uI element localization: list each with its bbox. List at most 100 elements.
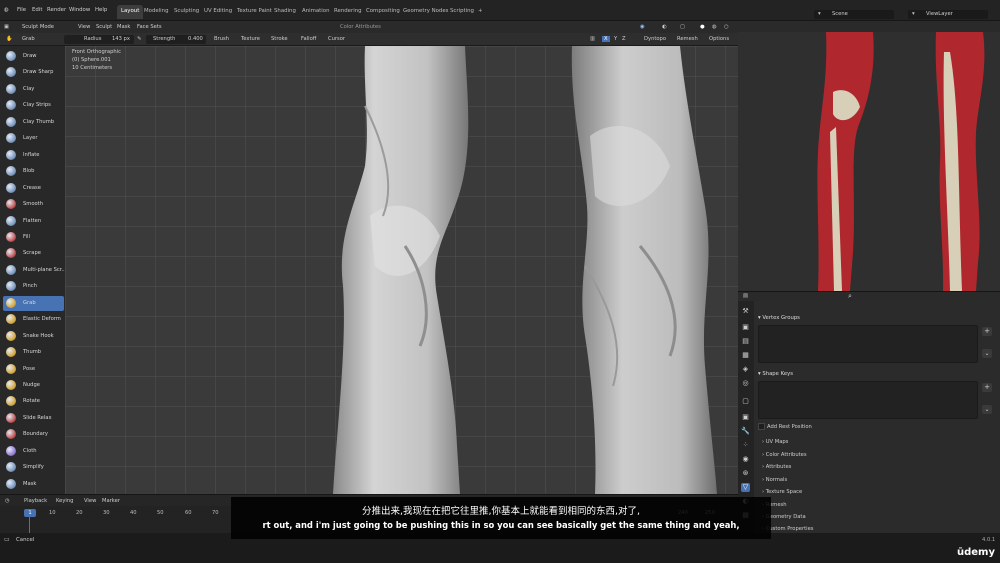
menu-edit[interactable]: Edit (32, 7, 42, 13)
options-dropdown[interactable]: Options (709, 36, 729, 42)
tool-pinch[interactable]: Pinch (3, 279, 64, 294)
tab-animation[interactable]: Animation (298, 5, 333, 19)
tab-geometry-nodes[interactable]: Geometry Nodes (399, 5, 452, 19)
section-attributes[interactable]: › Attributes (762, 464, 791, 470)
add-shape-key-button[interactable]: + (982, 383, 992, 392)
tool-mask[interactable]: Mask (3, 477, 64, 492)
menu-face-sets[interactable]: Face Sets (137, 24, 162, 30)
rendered-shading-icon[interactable]: ○ (724, 24, 729, 30)
falloff-dropdown[interactable]: Falloff (301, 36, 316, 42)
tool-layer[interactable]: Layer (3, 131, 64, 146)
material-shading-icon[interactable]: ◍ (712, 24, 717, 30)
output-tab-icon[interactable]: ▤ (741, 337, 750, 346)
tool-fill[interactable]: Fill (3, 230, 64, 245)
constraints-tab-icon[interactable]: ⊛ (741, 469, 750, 478)
tool-tab-icon[interactable]: ⚒ (741, 307, 750, 316)
menu-window[interactable]: Window (69, 7, 90, 13)
section-normals[interactable]: › Normals (762, 477, 787, 483)
blender-logo-icon[interactable]: ◍ (4, 7, 9, 13)
menu-help[interactable]: Help (95, 7, 107, 13)
shape-keys-list[interactable] (758, 381, 978, 419)
tool-snake-hook[interactable]: Snake Hook (3, 329, 64, 344)
solid-shading-icon[interactable]: ● (700, 24, 705, 30)
tool-draw[interactable]: Draw (3, 49, 64, 64)
vertex-groups-header[interactable]: ▾ Vertex Groups (758, 315, 800, 321)
gizmo-toggle-icon[interactable]: ◉ (640, 24, 645, 30)
tool-draw-sharp[interactable]: Draw Sharp (3, 65, 64, 80)
tool-inflate[interactable]: Inflate (3, 148, 64, 163)
3d-viewport[interactable]: Front Orthographic (0) Sphere.001 10 Cen… (65, 46, 738, 494)
render-tab-icon[interactable]: ▣ (741, 323, 750, 332)
add-rest-position-checkbox[interactable] (758, 423, 765, 430)
tab-modeling[interactable]: Modeling (140, 5, 173, 19)
remesh-dropdown[interactable]: Remesh (677, 36, 698, 42)
pen-pressure-icon[interactable]: ✎ (137, 36, 141, 42)
add-vertex-group-button[interactable]: + (982, 327, 992, 336)
texture-dropdown[interactable]: Texture (241, 36, 260, 42)
vertex-group-menu-button[interactable]: ⌄ (982, 349, 992, 358)
shape-keys-header[interactable]: ▾ Shape Keys (758, 371, 793, 377)
tool-smooth[interactable]: Smooth (3, 197, 64, 212)
particles-tab-icon[interactable]: ⁘ (741, 441, 750, 450)
menu-sculpt[interactable]: Sculpt (96, 24, 112, 30)
tool-clay-strips[interactable]: Clay Strips (3, 98, 64, 113)
tool-blob[interactable]: Blob (3, 164, 64, 179)
tool-nudge[interactable]: Nudge (3, 378, 64, 393)
section-color-attributes[interactable]: › Color Attributes (762, 452, 807, 458)
overlay-toggle-icon[interactable]: ◐ (662, 24, 667, 30)
tool-elastic-deform[interactable]: Elastic Deform (3, 312, 64, 327)
menu-timeline-view[interactable]: View (84, 498, 96, 504)
object-tab-icon[interactable]: ▣ (741, 413, 750, 422)
menu-playback[interactable]: Playback (24, 498, 47, 504)
view-layer-selector[interactable]: ▾ ViewLayer (908, 10, 988, 19)
physics-tab-icon[interactable]: ◉ (741, 455, 750, 464)
tool-rotate[interactable]: Rotate (3, 394, 64, 409)
tool-clay-thumb[interactable]: Clay Thumb (3, 115, 64, 130)
menu-file[interactable]: File (17, 7, 26, 13)
tab-compositing[interactable]: Compositing (362, 5, 404, 19)
properties-search-icon[interactable]: ⌕ (848, 292, 852, 301)
cursor-dropdown[interactable]: Cursor (328, 36, 345, 42)
section-uv-maps[interactable]: › UV Maps (762, 439, 788, 445)
tab-rendering[interactable]: Rendering (330, 5, 366, 19)
view-layer-tab-icon[interactable]: ▦ (741, 351, 750, 360)
tool-pose[interactable]: Pose (3, 362, 64, 377)
menu-mask[interactable]: Mask (117, 24, 130, 30)
tool-cloth[interactable]: Cloth (3, 444, 64, 459)
properties-editor-icon[interactable]: ▤ (743, 293, 748, 299)
tool-simplify[interactable]: Simplify (3, 460, 64, 475)
shape-key-menu-button[interactable]: ⌄ (982, 405, 992, 414)
symmetry-icon[interactable]: ▥ (590, 36, 595, 42)
data-tab-icon[interactable]: ▽ (741, 483, 750, 492)
tool-boundary[interactable]: Boundary (3, 427, 64, 442)
tool-multi-plane-scr[interactable]: Multi-plane Scr... (3, 263, 66, 278)
menu-render[interactable]: Render (47, 7, 66, 13)
axis-x-toggle[interactable]: X (602, 36, 610, 42)
menu-keying[interactable]: Keying (56, 498, 73, 504)
add-workspace-button[interactable]: + (474, 5, 487, 19)
menu-view[interactable]: View (78, 24, 90, 30)
tool-flatten[interactable]: Flatten (3, 214, 64, 229)
stroke-dropdown[interactable]: Stroke (271, 36, 288, 42)
tool-crease[interactable]: Crease (3, 181, 64, 196)
current-frame-indicator[interactable]: 1 (24, 509, 36, 517)
tab-uv-editing[interactable]: UV Editing (200, 5, 236, 19)
tool-grab[interactable]: Grab (3, 295, 64, 311)
menu-marker[interactable]: Marker (102, 498, 120, 504)
xray-toggle-icon[interactable]: ▢ (680, 24, 685, 30)
color-attributes-dropdown[interactable]: Color Attributes (340, 24, 381, 30)
axis-z-toggle[interactable]: Z (622, 36, 626, 42)
tool-clay[interactable]: Clay (3, 82, 64, 97)
scene-selector[interactable]: ▾ Scene (814, 10, 894, 19)
tool-scrape[interactable]: Scrape (3, 246, 64, 261)
radius-field[interactable]: Radius 143 px (64, 35, 134, 44)
section-texture-space[interactable]: › Texture Space (762, 489, 802, 495)
mode-selector[interactable]: Sculpt Mode (22, 24, 54, 30)
editor-type-icon[interactable]: ▣ (4, 24, 9, 30)
scene-tab-icon[interactable]: ◈ (741, 365, 750, 374)
brush-dropdown[interactable]: Brush (214, 36, 229, 42)
tool-slide-relax[interactable]: Slide Relax (3, 411, 64, 426)
tab-shading[interactable]: Shading (270, 5, 300, 19)
world-tab-icon[interactable]: ◎ (741, 379, 750, 388)
axis-y-toggle[interactable]: Y (614, 36, 617, 42)
